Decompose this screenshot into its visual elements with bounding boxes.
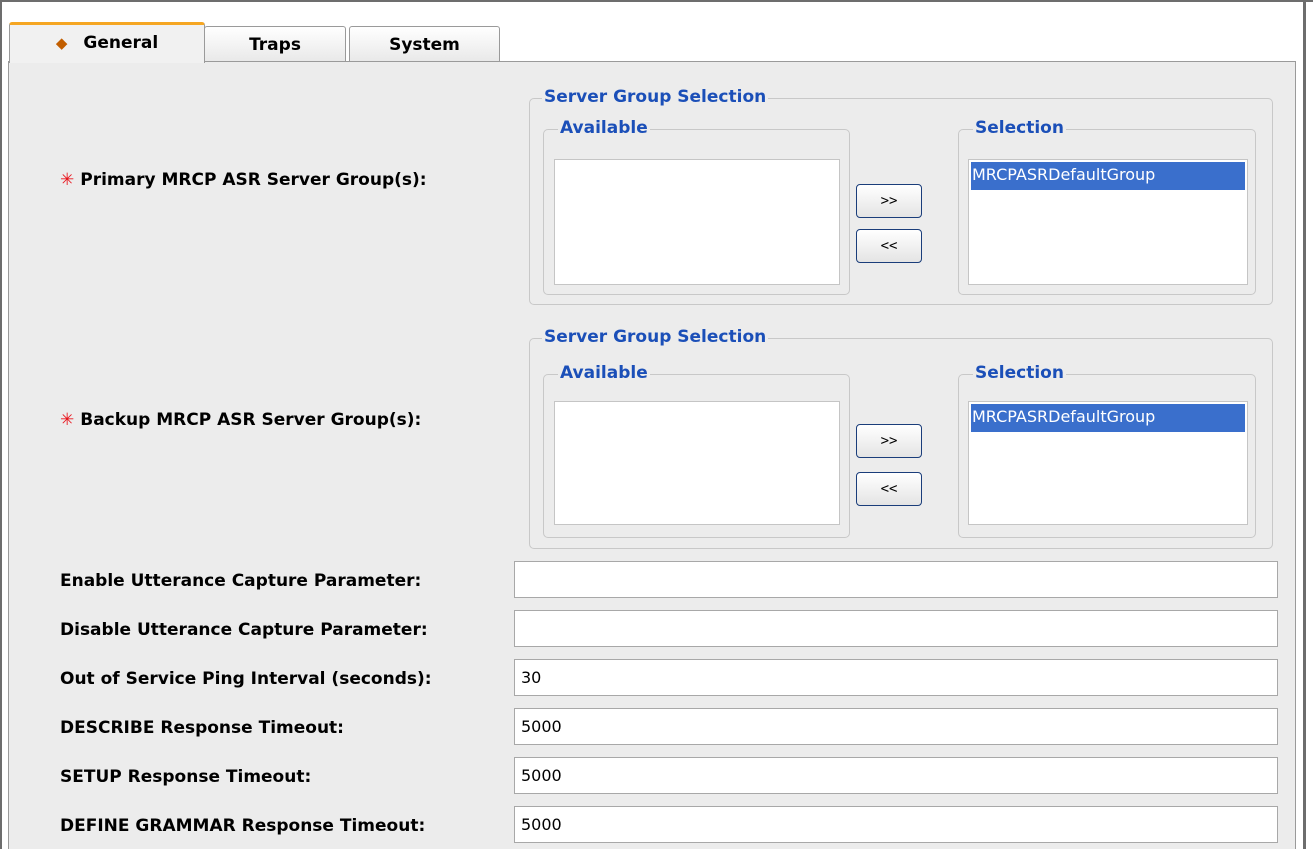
enable-utterance-capture-label: Enable Utterance Capture Parameter: bbox=[60, 571, 422, 591]
primary-available-title: Available bbox=[558, 118, 650, 138]
backup-remove-button[interactable]: << bbox=[856, 472, 922, 506]
define-grammar-timeout-input[interactable]: 5000 bbox=[514, 806, 1278, 843]
ping-interval-label: Out of Service Ping Interval (seconds): bbox=[60, 669, 432, 689]
tab-traps[interactable]: Traps bbox=[204, 26, 346, 62]
tab-system[interactable]: System bbox=[349, 26, 500, 62]
primary-group-label: ✳ Primary MRCP ASR Server Group(s): bbox=[60, 170, 427, 190]
asterisk-icon: ✳ bbox=[60, 170, 75, 190]
primary-group-label-text: Primary MRCP ASR Server Group(s): bbox=[80, 170, 427, 190]
backup-group-label: ✳ Backup MRCP ASR Server Group(s): bbox=[60, 410, 421, 430]
primary-selection-list[interactable]: MRCPASRDefaultGroup bbox=[968, 159, 1248, 285]
setup-timeout-input[interactable]: 5000 bbox=[514, 757, 1278, 794]
backup-group-label-text: Backup MRCP ASR Server Group(s): bbox=[80, 410, 422, 430]
backup-fieldset-title: Server Group Selection bbox=[542, 327, 769, 347]
list-item[interactable]: MRCPASRDefaultGroup bbox=[971, 404, 1245, 432]
tab-general[interactable]: ◆ General bbox=[9, 22, 205, 63]
tab-traps-label: Traps bbox=[249, 35, 301, 55]
window-top-border bbox=[0, 0, 1313, 2]
asterisk-icon: ✳ bbox=[60, 410, 75, 430]
primary-fieldset-title: Server Group Selection bbox=[542, 87, 769, 107]
diamond-icon: ◆ bbox=[55, 34, 68, 52]
primary-selection-title: Selection bbox=[973, 118, 1066, 138]
primary-available-list[interactable] bbox=[554, 159, 840, 285]
disable-utterance-capture-label: Disable Utterance Capture Parameter: bbox=[60, 620, 428, 640]
describe-timeout-label: DESCRIBE Response Timeout: bbox=[60, 718, 344, 738]
ping-interval-input[interactable]: 30 bbox=[514, 659, 1278, 696]
backup-selection-list[interactable]: MRCPASRDefaultGroup bbox=[968, 401, 1248, 525]
window-left-border bbox=[0, 0, 2, 849]
backup-available-list[interactable] bbox=[554, 401, 840, 525]
primary-add-button[interactable]: >> bbox=[856, 184, 922, 218]
describe-timeout-input[interactable]: 5000 bbox=[514, 708, 1278, 745]
tab-system-label: System bbox=[389, 35, 460, 55]
window-right-border bbox=[1303, 0, 1306, 849]
primary-remove-button[interactable]: << bbox=[856, 229, 922, 263]
backup-selection-title: Selection bbox=[973, 363, 1066, 383]
enable-utterance-capture-input[interactable] bbox=[514, 561, 1278, 598]
define-grammar-timeout-label: DEFINE GRAMMAR Response Timeout: bbox=[60, 816, 426, 836]
disable-utterance-capture-input[interactable] bbox=[514, 610, 1278, 647]
backup-available-title: Available bbox=[558, 363, 650, 383]
setup-timeout-label: SETUP Response Timeout: bbox=[60, 767, 312, 787]
list-item[interactable]: MRCPASRDefaultGroup bbox=[971, 162, 1245, 190]
tab-general-label: General bbox=[83, 33, 159, 53]
backup-add-button[interactable]: >> bbox=[856, 424, 922, 458]
